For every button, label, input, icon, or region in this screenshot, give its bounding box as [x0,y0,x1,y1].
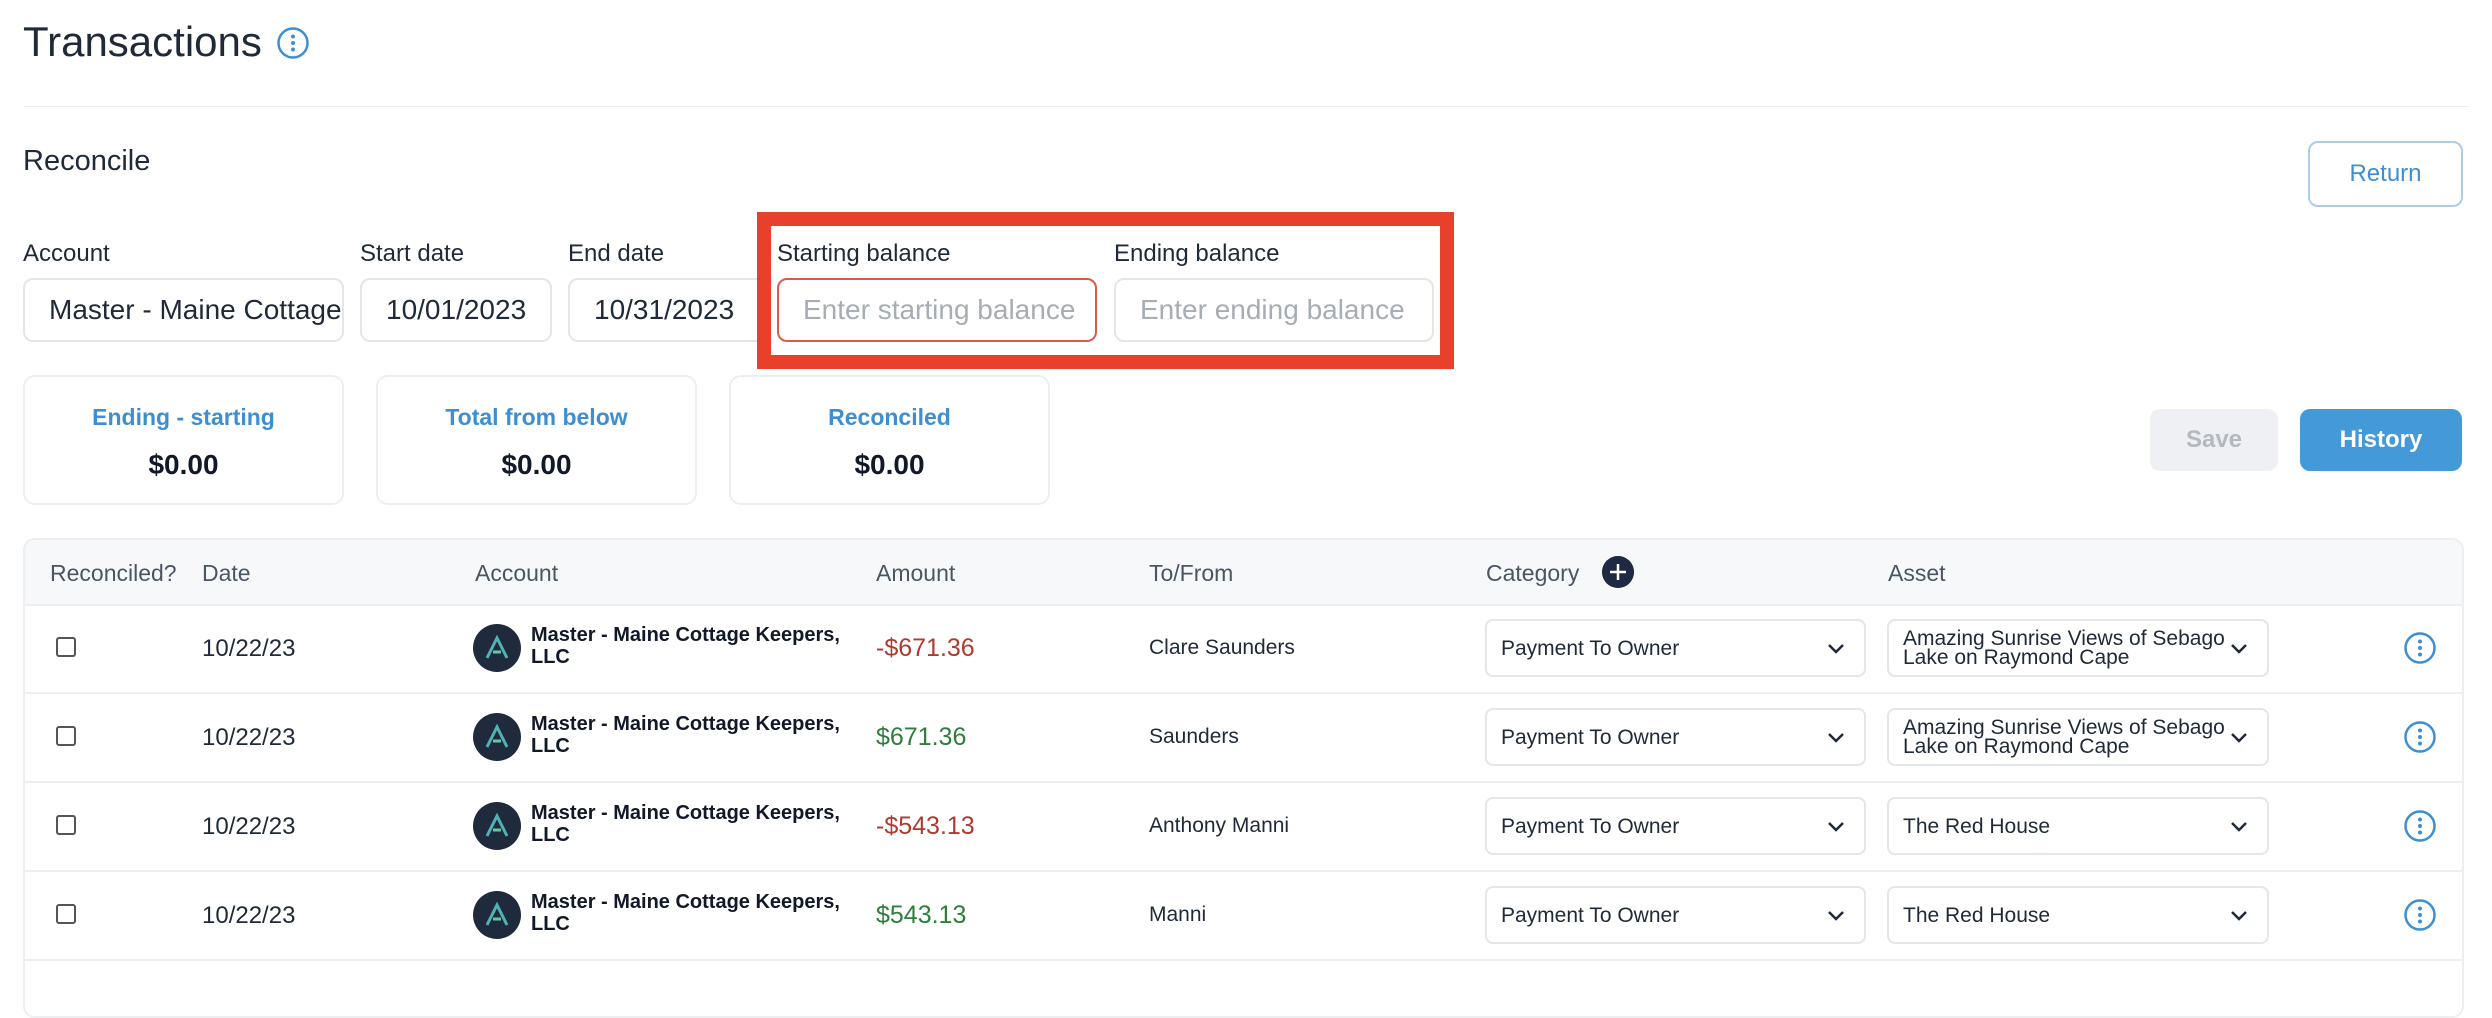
account-field[interactable]: Master - Maine Cottage Keepers, LLC [23,278,344,342]
table-row: 10/22/23 Master - Maine Cottage Keepers,… [25,693,2462,783]
category-select-value: Payment To Owner [1501,814,1680,838]
chevron-down-icon [2231,733,2247,743]
section-title: Reconcile [23,145,151,177]
chevron-down-icon [1828,822,1844,832]
info-circle-icon[interactable] [276,26,310,60]
column-header-asset[interactable]: Asset [1888,560,1946,587]
asset-select-value: Amazing Sunrise Views of Sebago Lake on … [1903,716,2225,758]
row-to-from: Anthony Manni [1149,814,1290,837]
column-header-account[interactable]: Account [475,560,558,587]
stat-label: Total from below [445,404,628,430]
row-account: Master - Maine Cottage Keepers, LLC [531,624,840,668]
asset-select[interactable]: Amazing Sunrise Views of Sebago Lake on … [1887,708,2269,766]
row-to-from: Saunders [1149,725,1239,748]
reconciled-checkbox[interactable] [56,904,76,924]
asset-select[interactable]: The Red House [1887,886,2269,944]
header-divider [23,106,2469,107]
category-select-value: Payment To Owner [1501,636,1680,660]
row-amount: $671.36 [876,723,967,751]
category-select-value: Payment To Owner [1501,903,1680,927]
category-select[interactable]: Payment To Owner [1485,708,1866,766]
asset-select[interactable]: The Red House [1887,797,2269,855]
table-row: 10/22/23 Master - Maine Cottage Keepers,… [25,871,2462,961]
table-row: 10/22/23 Master - Maine Cottage Keepers,… [25,782,2462,872]
chevron-down-icon [1828,644,1844,654]
column-header-date[interactable]: Date [202,560,251,587]
stat-value: $0.00 [854,449,925,480]
return-button[interactable]: Return [2308,141,2463,207]
stat-card-total-from-below: Total from below $0.00 [376,375,697,505]
account-avatar [473,624,521,672]
chevron-down-icon [2231,911,2247,921]
asset-select-value: The Red House [1903,814,2051,838]
chevron-down-icon [1828,911,1844,921]
row-account: Master - Maine Cottage Keepers, LLC [531,891,840,935]
row-amount: -$543.13 [876,812,975,840]
asset-select-value: The Red House [1903,903,2051,927]
page-title: Transactions [23,18,262,65]
row-to-from: Manni [1149,903,1207,926]
table-row: 10/22/23 Master - Maine Cottage Keepers,… [25,604,2462,694]
highlight-annotation [757,212,1454,369]
stat-label: Ending - starting [92,404,275,430]
row-date: 10/22/23 [202,813,296,840]
add-category-icon[interactable] [1602,556,1634,588]
category-select[interactable]: Payment To Owner [1485,886,1866,944]
row-to-from: Clare Saunders [1149,636,1295,659]
row-actions-icon[interactable] [2403,631,2437,665]
row-amount: -$671.36 [876,634,975,662]
account-avatar [473,802,521,850]
row-account: Master - Maine Cottage Keepers, LLC [531,713,840,757]
reconciled-checkbox[interactable] [56,726,76,746]
category-select-value: Payment To Owner [1501,725,1680,749]
row-date: 10/22/23 [202,635,296,662]
row-actions-icon[interactable] [2403,720,2437,754]
start-date-field[interactable]: 10/01/2023 [360,278,552,342]
history-button[interactable]: History [2300,409,2462,471]
stat-value: $0.00 [501,449,572,480]
reconciled-checkbox[interactable] [56,815,76,835]
column-header-amount[interactable]: Amount [876,560,955,587]
row-actions-icon[interactable] [2403,809,2437,843]
stat-card-ending-starting: Ending - starting $0.00 [23,375,344,505]
row-date: 10/22/23 [202,902,296,929]
asset-select-value: Amazing Sunrise Views of Sebago Lake on … [1903,627,2225,669]
end-date-field[interactable]: 10/31/2023 [568,278,768,342]
account-avatar [473,891,521,939]
row-date: 10/22/23 [202,724,296,751]
stat-card-reconciled: Reconciled $0.00 [729,375,1050,505]
stat-value: $0.00 [148,449,219,480]
chevron-down-icon [1828,733,1844,743]
end-date-label: End date [568,240,665,267]
asset-select[interactable]: Amazing Sunrise Views of Sebago Lake on … [1887,619,2269,677]
transactions-table: Reconciled? Date Account Amount To/From … [23,538,2464,1018]
table-header: Reconciled? Date Account Amount To/From … [25,540,2462,606]
column-header-to-from[interactable]: To/From [1149,560,1233,587]
reconciled-checkbox[interactable] [56,637,76,657]
account-avatar [473,713,521,761]
chevron-down-icon [2231,822,2247,832]
row-amount: $543.13 [876,901,967,929]
account-label: Account [23,240,110,267]
column-header-category[interactable]: Category [1486,560,1579,587]
stat-label: Reconciled [828,404,951,430]
row-actions-icon[interactable] [2403,898,2437,932]
chevron-down-icon [2231,644,2247,654]
save-button[interactable]: Save [2150,409,2278,471]
start-date-label: Start date [360,240,465,267]
category-select[interactable]: Payment To Owner [1485,619,1866,677]
category-select[interactable]: Payment To Owner [1485,797,1866,855]
row-account: Master - Maine Cottage Keepers, LLC [531,802,840,846]
column-header-reconciled[interactable]: Reconciled? [50,560,177,587]
